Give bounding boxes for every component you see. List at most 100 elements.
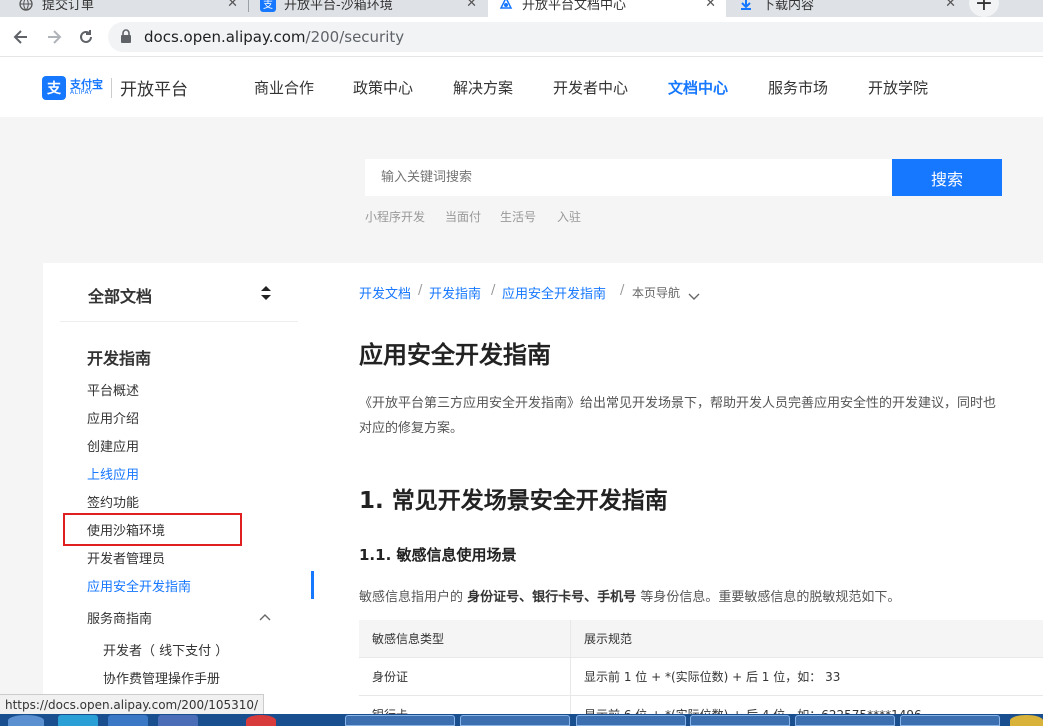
platform-title: 开放平台	[120, 80, 188, 100]
taskbar-app[interactable]	[58, 715, 98, 726]
alipay-icon	[498, 0, 514, 12]
sidebar-group-title: 开发指南	[87, 349, 152, 368]
nav-developer[interactable]: 开发者中心	[553, 77, 628, 98]
tab-title: 开放平台-沙箱环境	[284, 0, 393, 13]
os-taskbar	[0, 714, 1043, 726]
sidebar-item-dev-admin[interactable]: 开发者管理员	[87, 548, 165, 567]
chevron-up-icon[interactable]	[259, 610, 271, 624]
alipay-logo[interactable]: 支 支付宝 ALIPAY 开放平台	[42, 75, 188, 100]
globe-icon	[18, 0, 34, 12]
nav-solutions[interactable]: 解决方案	[453, 77, 513, 98]
breadcrumb-separator: /	[620, 283, 625, 298]
breadcrumb-separator: /	[491, 283, 496, 298]
url-path: /200/security	[305, 28, 405, 46]
browser-tab[interactable]: 支 开放平台-沙箱环境 ✕	[250, 0, 487, 17]
close-tab-icon[interactable]: ✕	[466, 0, 477, 11]
hot-tag-lifeaccount[interactable]: 生活号	[500, 208, 536, 225]
sidebar-item-create-app[interactable]: 创建应用	[87, 436, 139, 455]
browser-toolbar: docs.open.alipay.com/200/security	[0, 17, 1043, 57]
download-icon	[738, 0, 754, 12]
close-tab-icon[interactable]: ✕	[705, 0, 716, 11]
table-cell: 身份证	[372, 670, 409, 684]
alipay-icon: 支	[260, 0, 276, 12]
status-url-bar: https://docs.open.alipay.com/200/105310/	[0, 694, 265, 714]
tab-title: 开放平台文档中心	[522, 0, 627, 13]
paragraph-bold: 身份证号、银行卡号、手机号	[467, 590, 637, 605]
address-bar[interactable]: docs.open.alipay.com/200/security	[108, 22, 1043, 52]
taskbar-app[interactable]	[460, 715, 570, 726]
table-header-cell: 敏感信息类型	[372, 632, 445, 646]
page-title: 应用安全开发指南	[359, 341, 551, 369]
sidebar-item-isv-guide[interactable]: 服务商指南	[87, 608, 152, 627]
breadcrumb-dev-docs[interactable]: 开发文档	[359, 283, 411, 302]
tab-title: 提交订单	[42, 0, 95, 13]
logo-divider	[111, 77, 112, 98]
sort-icon[interactable]	[261, 285, 271, 300]
search-button[interactable]: 搜索	[892, 159, 1002, 196]
subsection-heading: 1.1. 敏感信息使用场景	[359, 546, 517, 564]
breadcrumb-dev-guide[interactable]: 开发指南	[429, 283, 481, 302]
table-cell: 显示前 1 位 + *(实际位数) + 后 1 位，如： 33	[584, 670, 841, 684]
intro-line: 对应的修复方案。	[359, 421, 464, 436]
hot-tag-join[interactable]: 入驻	[557, 208, 581, 225]
table-header-cell: 展示规范	[584, 632, 633, 646]
search-input[interactable]	[365, 159, 892, 196]
taskbar-app[interactable]	[1010, 715, 1043, 726]
alipay-logo-mark: 支	[42, 75, 66, 100]
browser-tab-active[interactable]: 开放平台文档中心 ✕	[488, 0, 726, 17]
site-header: 支 支付宝 ALIPAY 开放平台 商业合作 政策中心 解决方案 开发者中心 文…	[0, 57, 1043, 117]
doc-content: 开发文档 / 开发指南 / 应用安全开发指南 / 本页导航 应用安全开发指南 《…	[314, 263, 1043, 726]
nav-business[interactable]: 商业合作	[254, 77, 314, 98]
tab-divider	[248, 0, 249, 12]
table-row: 身份证 显示前 1 位 + *(实际位数) + 后 1 位，如： 33	[359, 658, 1043, 696]
hot-tag-miniprogram[interactable]: 小程序开发	[365, 208, 425, 225]
taskbar-app[interactable]	[158, 715, 198, 726]
close-tab-icon[interactable]: ✕	[945, 0, 956, 11]
nav-academy[interactable]: 开放学院	[868, 77, 928, 98]
new-tab-button[interactable]: +	[969, 0, 999, 17]
sidebar-item-app-security[interactable]: 应用安全开发指南	[87, 576, 191, 595]
url-host: docs.open.alipay.com	[144, 28, 306, 46]
taskbar-app[interactable]	[345, 715, 455, 726]
hot-tag-facepay[interactable]: 当面付	[445, 208, 481, 225]
sidebar-item-platform-overview[interactable]: 平台概述	[87, 380, 139, 399]
forward-icon[interactable]	[42, 25, 66, 49]
sidebar-item-launch-app[interactable]: 上线应用	[87, 464, 139, 483]
taskbar-app[interactable]	[795, 715, 895, 726]
sidebar-item-app-intro[interactable]: 应用介绍	[87, 408, 139, 427]
breadcrumb-app-security[interactable]: 应用安全开发指南	[502, 283, 606, 302]
taskbar-app[interactable]	[108, 715, 148, 726]
taskbar-app[interactable]	[900, 715, 1000, 726]
browser-tab-strip: 提交订单 ✕ 支 开放平台-沙箱环境 ✕ 开放平台文档中心 ✕ 下载内容 ✕ +	[0, 0, 1043, 17]
taskbar-app[interactable]	[246, 715, 276, 726]
reload-icon[interactable]	[74, 25, 98, 49]
nav-policy[interactable]: 政策中心	[353, 77, 413, 98]
table-divider	[570, 620, 571, 726]
page-nav-toggle[interactable]: 本页导航	[632, 284, 680, 301]
intro-line: 《开放平台第三方应用安全开发指南》给出常见开发场景下，帮助开发人员完善应用安全性…	[359, 396, 997, 411]
sidebar-title[interactable]: 全部文档	[88, 283, 152, 307]
start-button[interactable]	[8, 715, 44, 726]
breadcrumb-separator: /	[418, 283, 423, 298]
browser-tab[interactable]: 下载内容 ✕	[728, 0, 966, 17]
intro-paragraph: 《开放平台第三方应用安全开发指南》给出常见开发场景下，帮助开发人员完善应用安全性…	[359, 391, 1043, 441]
taskbar-app[interactable]	[576, 715, 686, 726]
sandbox-highlight-box	[63, 513, 242, 546]
close-tab-icon[interactable]: ✕	[227, 0, 238, 11]
tab-title: 下载内容	[762, 0, 815, 13]
sensitive-info-paragraph: 敏感信息指用户的 身份证号、银行卡号、手机号 等身份信息。重要敏感信息的脱敏规范…	[359, 586, 900, 605]
back-icon[interactable]	[9, 25, 33, 49]
sidebar-item-sign-feature[interactable]: 签约功能	[87, 492, 139, 511]
sidebar-subitem-fee-manual[interactable]: 协作费管理操作手册	[103, 668, 220, 687]
svg-text:支: 支	[263, 0, 273, 11]
browser-tab[interactable]: 提交订单 ✕	[8, 0, 248, 17]
taskbar-app[interactable]	[690, 715, 790, 726]
nav-docs[interactable]: 文档中心	[668, 77, 728, 98]
paragraph-text: 等身份信息。重要敏感信息的脱敏规范如下。	[640, 590, 901, 605]
nav-market[interactable]: 服务市场	[768, 77, 828, 98]
sidebar-subitem-offline[interactable]: 开发者（ 线下支付 ）	[103, 640, 228, 659]
chevron-down-icon[interactable]	[688, 286, 700, 305]
docs-sidebar: 全部文档 开发指南 平台概述 应用介绍 创建应用 上线应用 签约功能 使用沙箱环…	[43, 263, 314, 726]
paragraph-text: 敏感信息指用户的	[359, 590, 464, 605]
search-hero: 搜索 小程序开发 当面付 生活号 入驻	[0, 117, 1043, 264]
